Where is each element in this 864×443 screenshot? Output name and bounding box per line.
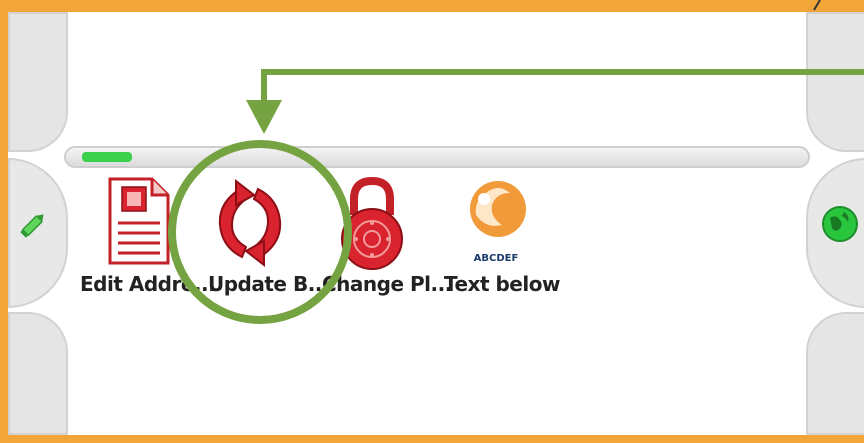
app-frame: Edit Addre... Update B... Change Pl... A… [0,0,864,443]
annotation-arrow-line [261,69,864,112]
annotation-arrowhead [246,100,282,134]
annotation-overlay [168,0,864,324]
annotation-highlight-circle [168,140,352,324]
cursor-tail [813,0,821,11]
